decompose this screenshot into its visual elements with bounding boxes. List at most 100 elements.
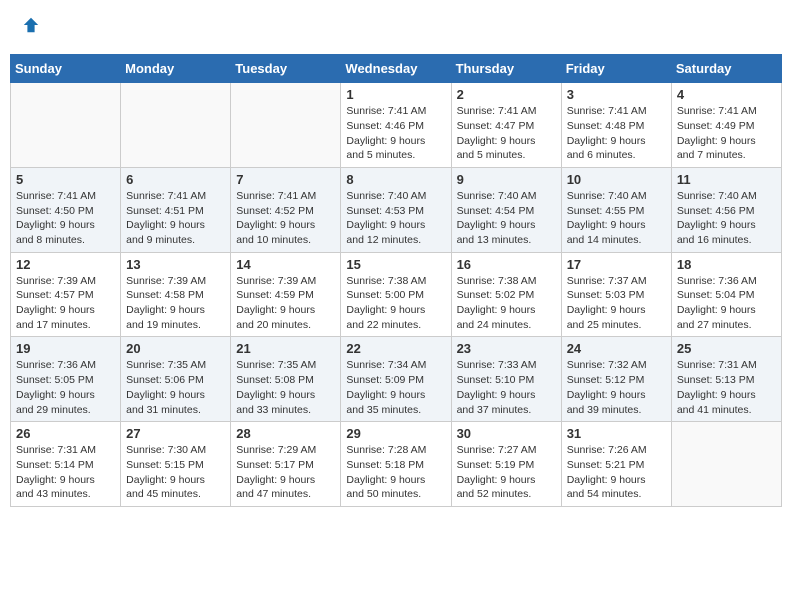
day-number: 15 [346, 257, 445, 272]
calendar-cell: 27 Sunrise: 7:30 AM Sunset: 5:15 PM Dayli… [121, 422, 231, 507]
weekday-header-saturday: Saturday [671, 55, 781, 83]
day-info: Sunrise: 7:30 AM Sunset: 5:15 PM Dayligh… [126, 443, 225, 502]
day-number: 2 [457, 87, 556, 102]
calendar-week-5: 26 Sunrise: 7:31 AM Sunset: 5:14 PM Dayli… [11, 422, 782, 507]
day-info: Sunrise: 7:40 AM Sunset: 4:56 PM Dayligh… [677, 189, 776, 248]
day-number: 12 [16, 257, 115, 272]
calendar-cell: 23 Sunrise: 7:33 AM Sunset: 5:10 PM Dayli… [451, 337, 561, 422]
day-info: Sunrise: 7:26 AM Sunset: 5:21 PM Dayligh… [567, 443, 666, 502]
day-info: Sunrise: 7:36 AM Sunset: 5:04 PM Dayligh… [677, 274, 776, 333]
day-number: 6 [126, 172, 225, 187]
day-info: Sunrise: 7:31 AM Sunset: 5:13 PM Dayligh… [677, 358, 776, 417]
day-number: 3 [567, 87, 666, 102]
calendar-cell: 1 Sunrise: 7:41 AM Sunset: 4:46 PM Daylig… [341, 83, 451, 168]
day-info: Sunrise: 7:38 AM Sunset: 5:02 PM Dayligh… [457, 274, 556, 333]
calendar-week-4: 19 Sunrise: 7:36 AM Sunset: 5:05 PM Dayli… [11, 337, 782, 422]
logo [20, 15, 40, 39]
day-number: 11 [677, 172, 776, 187]
day-info: Sunrise: 7:40 AM Sunset: 4:54 PM Dayligh… [457, 189, 556, 248]
day-info: Sunrise: 7:39 AM Sunset: 4:58 PM Dayligh… [126, 274, 225, 333]
calendar-cell: 6 Sunrise: 7:41 AM Sunset: 4:51 PM Daylig… [121, 167, 231, 252]
calendar-cell: 15 Sunrise: 7:38 AM Sunset: 5:00 PM Dayli… [341, 252, 451, 337]
day-number: 24 [567, 341, 666, 356]
calendar-cell: 5Sunrise: 7:41 AM Sunset: 4:50 PM Daylig… [11, 167, 121, 252]
day-info: Sunrise: 7:28 AM Sunset: 5:18 PM Dayligh… [346, 443, 445, 502]
calendar-cell: 22 Sunrise: 7:34 AM Sunset: 5:09 PM Dayli… [341, 337, 451, 422]
weekday-header-friday: Friday [561, 55, 671, 83]
calendar-cell: 21 Sunrise: 7:35 AM Sunset: 5:08 PM Dayli… [231, 337, 341, 422]
day-number: 22 [346, 341, 445, 356]
day-number: 16 [457, 257, 556, 272]
calendar-cell: 16 Sunrise: 7:38 AM Sunset: 5:02 PM Dayli… [451, 252, 561, 337]
day-number: 1 [346, 87, 445, 102]
calendar-cell: 28 Sunrise: 7:29 AM Sunset: 5:17 PM Dayli… [231, 422, 341, 507]
day-number: 14 [236, 257, 335, 272]
calendar-cell [231, 83, 341, 168]
calendar-cell: 30 Sunrise: 7:27 AM Sunset: 5:19 PM Dayli… [451, 422, 561, 507]
calendar-cell: 11 Sunrise: 7:40 AM Sunset: 4:56 PM Dayli… [671, 167, 781, 252]
day-info: Sunrise: 7:41 AM Sunset: 4:51 PM Dayligh… [126, 189, 225, 248]
calendar-cell: 10Sunrise: 7:40 AM Sunset: 4:55 PM Dayli… [561, 167, 671, 252]
weekday-header-wednesday: Wednesday [341, 55, 451, 83]
calendar-cell: 7 Sunrise: 7:41 AM Sunset: 4:52 PM Daylig… [231, 167, 341, 252]
day-info: Sunrise: 7:35 AM Sunset: 5:06 PM Dayligh… [126, 358, 225, 417]
calendar-week-1: 1 Sunrise: 7:41 AM Sunset: 4:46 PM Daylig… [11, 83, 782, 168]
day-info: Sunrise: 7:41 AM Sunset: 4:46 PM Dayligh… [346, 104, 445, 163]
day-info: Sunrise: 7:32 AM Sunset: 5:12 PM Dayligh… [567, 358, 666, 417]
day-info: Sunrise: 7:27 AM Sunset: 5:19 PM Dayligh… [457, 443, 556, 502]
calendar-cell [121, 83, 231, 168]
calendar-cell: 14Sunrise: 7:39 AM Sunset: 4:59 PM Dayli… [231, 252, 341, 337]
day-number: 31 [567, 426, 666, 441]
calendar-cell: 31 Sunrise: 7:26 AM Sunset: 5:21 PM Dayli… [561, 422, 671, 507]
day-number: 28 [236, 426, 335, 441]
calendar-cell: 20 Sunrise: 7:35 AM Sunset: 5:06 PM Dayli… [121, 337, 231, 422]
day-info: Sunrise: 7:35 AM Sunset: 5:08 PM Dayligh… [236, 358, 335, 417]
calendar-cell: 19 Sunrise: 7:36 AM Sunset: 5:05 PM Dayli… [11, 337, 121, 422]
day-number: 26 [16, 426, 115, 441]
calendar-cell: 26 Sunrise: 7:31 AM Sunset: 5:14 PM Dayli… [11, 422, 121, 507]
day-number: 5 [16, 172, 115, 187]
day-number: 23 [457, 341, 556, 356]
day-info: Sunrise: 7:29 AM Sunset: 5:17 PM Dayligh… [236, 443, 335, 502]
calendar-cell: 13 Sunrise: 7:39 AM Sunset: 4:58 PM Dayli… [121, 252, 231, 337]
day-info: Sunrise: 7:40 AM Sunset: 4:53 PM Dayligh… [346, 189, 445, 248]
day-info: Sunrise: 7:38 AM Sunset: 5:00 PM Dayligh… [346, 274, 445, 333]
day-info: Sunrise: 7:41 AM Sunset: 4:52 PM Dayligh… [236, 189, 335, 248]
calendar-cell [11, 83, 121, 168]
day-info: Sunrise: 7:33 AM Sunset: 5:10 PM Dayligh… [457, 358, 556, 417]
day-info: Sunrise: 7:31 AM Sunset: 5:14 PM Dayligh… [16, 443, 115, 502]
day-number: 4 [677, 87, 776, 102]
day-info: Sunrise: 7:40 AM Sunset: 4:55 PM Dayligh… [567, 189, 666, 248]
day-number: 29 [346, 426, 445, 441]
calendar-cell: 18 Sunrise: 7:36 AM Sunset: 5:04 PM Dayli… [671, 252, 781, 337]
calendar-cell: 17Sunrise: 7:37 AM Sunset: 5:03 PM Dayli… [561, 252, 671, 337]
weekday-header-sunday: Sunday [11, 55, 121, 83]
day-info: Sunrise: 7:41 AM Sunset: 4:49 PM Dayligh… [677, 104, 776, 163]
day-info: Sunrise: 7:41 AM Sunset: 4:47 PM Dayligh… [457, 104, 556, 163]
day-number: 18 [677, 257, 776, 272]
calendar-cell: 9 Sunrise: 7:40 AM Sunset: 4:54 PM Daylig… [451, 167, 561, 252]
day-info: Sunrise: 7:36 AM Sunset: 5:05 PM Dayligh… [16, 358, 115, 417]
calendar-cell: 12 Sunrise: 7:39 AM Sunset: 4:57 PM Dayli… [11, 252, 121, 337]
calendar-cell: 4 Sunrise: 7:41 AM Sunset: 4:49 PM Daylig… [671, 83, 781, 168]
weekday-header-row: SundayMondayTuesdayWednesdayThursdayFrid… [11, 55, 782, 83]
weekday-header-monday: Monday [121, 55, 231, 83]
day-info: Sunrise: 7:34 AM Sunset: 5:09 PM Dayligh… [346, 358, 445, 417]
day-number: 9 [457, 172, 556, 187]
day-number: 19 [16, 341, 115, 356]
day-info: Sunrise: 7:37 AM Sunset: 5:03 PM Dayligh… [567, 274, 666, 333]
day-number: 21 [236, 341, 335, 356]
day-number: 8 [346, 172, 445, 187]
calendar-week-3: 12 Sunrise: 7:39 AM Sunset: 4:57 PM Dayli… [11, 252, 782, 337]
day-number: 20 [126, 341, 225, 356]
calendar-cell: 8 Sunrise: 7:40 AM Sunset: 4:53 PM Daylig… [341, 167, 451, 252]
calendar-cell: 24 Sunrise: 7:32 AM Sunset: 5:12 PM Dayli… [561, 337, 671, 422]
day-number: 30 [457, 426, 556, 441]
calendar-table: SundayMondayTuesdayWednesdayThursdayFrid… [10, 54, 782, 507]
day-info: Sunrise: 7:39 AM Sunset: 4:57 PM Dayligh… [16, 274, 115, 333]
day-number: 7 [236, 172, 335, 187]
day-number: 27 [126, 426, 225, 441]
day-info: Sunrise: 7:41 AM Sunset: 4:48 PM Dayligh… [567, 104, 666, 163]
day-number: 13 [126, 257, 225, 272]
calendar-cell [671, 422, 781, 507]
